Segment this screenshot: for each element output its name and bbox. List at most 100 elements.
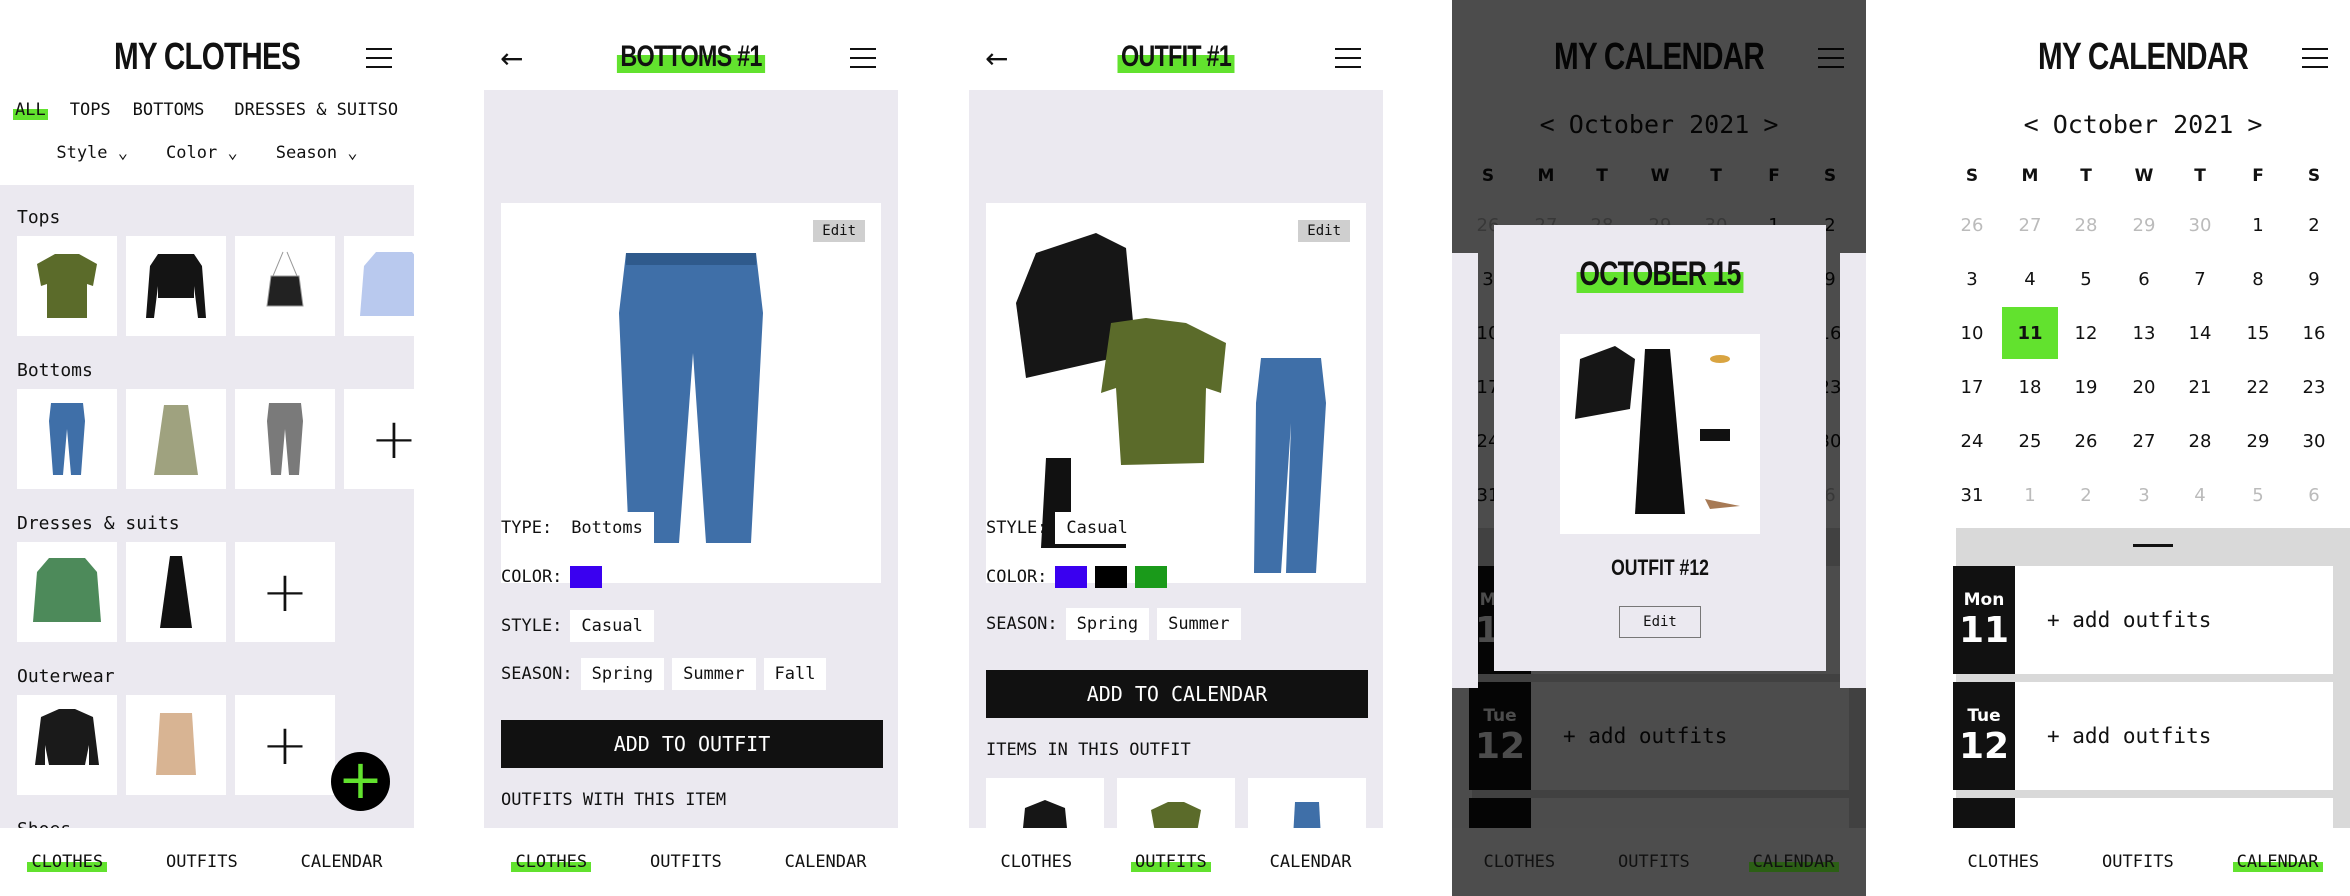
nav-calendar[interactable]: CALENDAR [1748,852,1839,872]
clothing-item[interactable] [17,695,117,795]
calendar-day[interactable]: 1 [2230,199,2286,251]
clothing-item[interactable] [126,542,226,642]
nav-outfits[interactable]: OUTFITS [646,852,726,872]
filter-style[interactable]: Style ⌄ [56,143,128,163]
calendar-day[interactable]: 21 [2172,361,2228,413]
clothing-item[interactable] [17,542,117,642]
nav-clothes[interactable]: CLOTHES [996,852,1076,872]
drag-handle[interactable] [2133,544,2173,547]
tab-bottoms[interactable]: BOTTOMS [133,100,205,120]
calendar-day[interactable]: 10 [1944,307,2000,359]
calendar-day[interactable]: 30 [2286,415,2342,467]
nav-calendar[interactable]: CALENDAR [781,852,871,872]
next-card[interactable] [1840,253,1866,688]
calendar-day[interactable]: 6 [2116,253,2172,305]
filter-season[interactable]: Season ⌄ [276,143,358,163]
calendar-day[interactable]: 22 [2230,361,2286,413]
tab-tops[interactable]: TOPS [70,100,111,120]
nav-clothes[interactable]: CLOTHES [27,852,108,872]
menu-icon[interactable] [1335,48,1361,68]
menu-icon[interactable] [366,48,392,68]
back-arrow-icon[interactable]: ← [500,42,523,75]
add-item-tile[interactable]: + [235,695,335,795]
clothing-item[interactable] [126,236,226,336]
calendar-day[interactable]: 28 [2058,199,2114,251]
calendar-day[interactable]: 6 [2286,469,2342,521]
calendar-day[interactable]: 25 [2002,415,2058,467]
calendar-day[interactable]: 24 [1944,415,2000,467]
nav-outfits[interactable]: OUTFITS [2098,852,2178,872]
calendar-day-selected[interactable]: 11 [2002,307,2058,359]
tab-all[interactable]: ALL [13,100,48,120]
add-item-button[interactable]: + [331,752,390,811]
clothing-item[interactable] [126,389,226,489]
calendar-day[interactable]: 2 [2058,469,2114,521]
calendar-day[interactable]: 26 [1944,199,2000,251]
tab-outerwear[interactable]: O [388,100,398,120]
add-to-calendar-button[interactable]: ADD TO CALENDAR [986,670,1368,718]
calendar-day[interactable]: 13 [2116,307,2172,359]
calendar-day[interactable]: 23 [2286,361,2342,413]
calendar-day[interactable]: 20 [2116,361,2172,413]
nav-calendar[interactable]: CALENDAR [1266,852,1356,872]
add-outfits-link[interactable]: + add outfits [2047,724,2211,748]
calendar-day[interactable]: 15 [2230,307,2286,359]
nav-clothes[interactable]: CLOTHES [511,852,592,872]
add-item-tile[interactable]: + [344,389,414,489]
calendar-day[interactable]: 4 [2172,469,2228,521]
add-to-outfit-button[interactable]: ADD TO OUTFIT [501,720,883,768]
calendar-day[interactable]: 27 [2116,415,2172,467]
calendar-day[interactable]: 9 [2286,253,2342,305]
calendar-day[interactable]: 19 [2058,361,2114,413]
next-month-button[interactable]: > [2247,110,2262,139]
clothing-item[interactable] [235,389,335,489]
edit-button[interactable]: Edit [813,220,865,242]
filter-color[interactable]: Color ⌄ [166,143,238,163]
calendar-day[interactable]: 17 [1944,361,2000,413]
calendar-day[interactable]: 1 [2002,469,2058,521]
menu-icon[interactable] [2302,48,2328,68]
calendar-day[interactable]: 29 [2230,415,2286,467]
calendar-day[interactable]: 8 [2230,253,2286,305]
menu-icon[interactable] [850,48,876,68]
calendar-day[interactable]: 16 [2286,307,2342,359]
nav-calendar[interactable]: CALENDAR [2232,852,2323,872]
back-arrow-icon[interactable]: ← [985,42,1008,75]
clothes-list[interactable]: TopsBottoms+Dresses & suits+Outerwear+Sh… [0,185,414,840]
calendar-day[interactable]: 5 [2230,469,2286,521]
clothing-item[interactable] [344,236,414,336]
prev-month-button[interactable]: < [2024,110,2039,139]
clothing-item[interactable] [17,389,117,489]
calendar-day[interactable]: 26 [2058,415,2114,467]
nav-clothes[interactable]: CLOTHES [1963,852,2043,872]
tab-dresses-suits[interactable]: DRESSES & SUITS [234,100,388,120]
calendar-day[interactable]: 2 [2286,199,2342,251]
edit-button[interactable]: Edit [1298,220,1350,242]
nav-calendar[interactable]: CALENDAR [297,852,387,872]
day-card[interactable]: Tue12 + add outfits [1953,682,2333,790]
outfit-image[interactable] [1560,334,1760,534]
edit-button[interactable]: Edit [1619,606,1701,638]
calendar-day[interactable]: 29 [2116,199,2172,251]
clothing-item[interactable] [17,236,117,336]
day-card[interactable]: Mon11 + add outfits [1953,566,2333,674]
add-outfits-link[interactable]: + add outfits [2047,608,2211,632]
calendar-day[interactable]: 31 [1944,469,2000,521]
clothing-item[interactable] [126,695,226,795]
calendar-day[interactable]: 4 [2002,253,2058,305]
calendar-day[interactable]: 12 [2058,307,2114,359]
calendar-day[interactable]: 3 [1944,253,2000,305]
calendar-day[interactable]: 7 [2172,253,2228,305]
calendar-day[interactable]: 14 [2172,307,2228,359]
nav-clothes[interactable]: CLOTHES [1479,852,1559,872]
nav-outfits[interactable]: OUTFITS [162,852,242,872]
calendar-day[interactable]: 18 [2002,361,2058,413]
previous-card[interactable] [1452,253,1478,688]
calendar-day[interactable]: 5 [2058,253,2114,305]
calendar-day[interactable]: 3 [2116,469,2172,521]
calendar-day[interactable]: 28 [2172,415,2228,467]
calendar-day[interactable]: 27 [2002,199,2058,251]
add-item-tile[interactable]: + [235,542,335,642]
nav-outfits[interactable]: OUTFITS [1131,852,1211,872]
nav-outfits[interactable]: OUTFITS [1614,852,1694,872]
